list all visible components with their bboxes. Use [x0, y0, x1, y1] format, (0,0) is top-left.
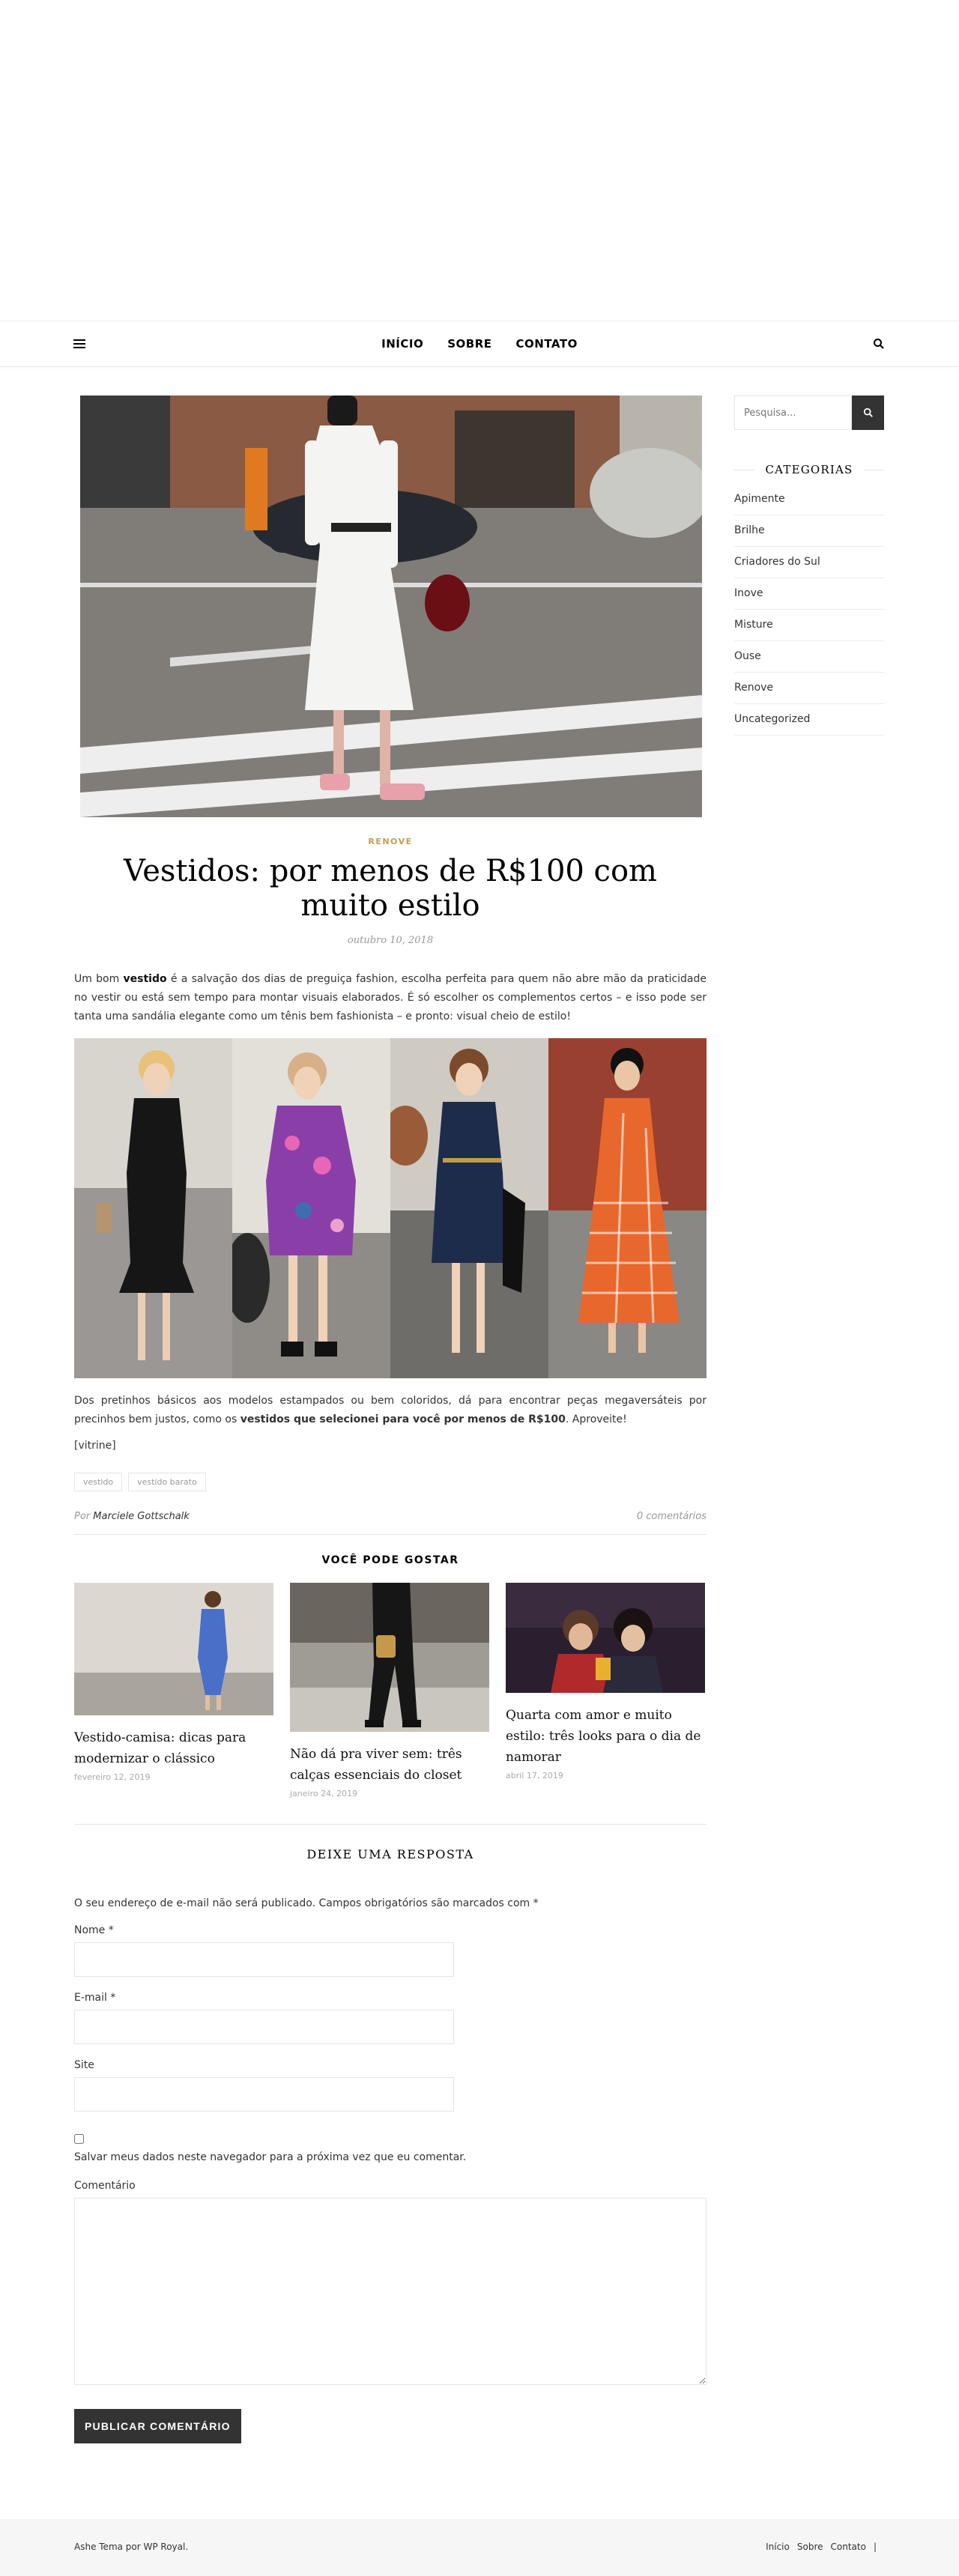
related-post[interactable]: Vestido-camisa: dicas para modernizar o … — [74, 1583, 273, 1798]
comment-notes: O seu endereço de e-mail não será public… — [74, 1897, 539, 1909]
search-icon — [863, 407, 873, 417]
name-field-group: Nome * — [74, 1924, 707, 1977]
related-post-date: abril 17, 2019 — [506, 1771, 563, 1781]
search-icon[interactable] — [873, 338, 885, 350]
related-post-thumbnail[interactable] — [506, 1583, 705, 1693]
related-post-thumbnail[interactable] — [74, 1583, 273, 1715]
search-button[interactable] — [852, 396, 884, 430]
shortcode-text: [vitrine] — [74, 1440, 116, 1452]
related-post-title[interactable]: Não dá pra viver sem: três calças essenc… — [290, 1744, 489, 1786]
comment-textarea[interactable] — [74, 2198, 707, 2385]
look-navy-dress — [390, 1038, 548, 1378]
save-details-group: Salvar meus dados neste navegador para a… — [74, 2133, 707, 2163]
category-item[interactable]: Criadores do Sul — [734, 547, 884, 578]
category-list: Apimente Brilhe Criadores do Sul Inove M… — [734, 493, 884, 736]
tag-vestido[interactable]: vestido — [74, 1473, 123, 1491]
category-item[interactable]: Brilhe — [734, 515, 884, 547]
tag-vestido-barato[interactable]: vestido barato — [128, 1473, 206, 1491]
related-post[interactable]: Não dá pra viver sem: três calças essenc… — [290, 1583, 489, 1798]
footer-link-inicio[interactable]: Início — [766, 2542, 790, 2552]
save-details-checkbox[interactable] — [74, 2134, 84, 2144]
category-item[interactable]: Apimente — [734, 493, 884, 515]
post-category[interactable]: RENOVE — [74, 837, 707, 846]
search-input[interactable] — [734, 396, 852, 430]
related-post-title[interactable]: Quarta com amor e muito estilo: três loo… — [506, 1705, 705, 1768]
site-input[interactable] — [74, 2077, 454, 2112]
post-body-text: Dos pretinhos básicos aos modelos estamp… — [74, 1395, 707, 1425]
related-posts-heading: VOCÊ PODE GOSTAR — [321, 1554, 459, 1566]
comment-label: Comentário — [74, 2180, 136, 2192]
related-post-date: fevereiro 12, 2019 — [74, 1772, 151, 1782]
email-label: E-mail * — [74, 1992, 116, 2004]
post-title: Vestidos: por menos de R$100 com muito e… — [124, 854, 657, 923]
post-date: outubro 10, 2018 — [347, 935, 434, 946]
site-footer: Ashe Tema por WP Royal. Início Sobre Con… — [0, 2519, 959, 2576]
post-intro: Um bom vestido é a salvação dos dias de … — [74, 973, 707, 1022]
related-post-title[interactable]: Vestido-camisa: dicas para modernizar o … — [74, 1727, 273, 1769]
related-posts: Vestido-camisa: dicas para modernizar o … — [74, 1583, 707, 1798]
reply-heading: DEIXE UMA RESPOSTA — [306, 1847, 474, 1861]
name-input[interactable] — [74, 1942, 454, 1977]
email-input[interactable] — [74, 2010, 454, 2044]
site-field-group: Site — [74, 2059, 707, 2112]
related-post-date: janeiro 24, 2019 — [290, 1789, 358, 1798]
footer-separator: | — [873, 2542, 877, 2552]
category-item[interactable]: Inove — [734, 578, 884, 610]
main-content: RENOVE Vestidos: por menos de R$100 com … — [74, 396, 707, 2443]
featured-image — [80, 396, 702, 817]
nav-item-sobre[interactable]: SOBRE — [447, 337, 491, 351]
category-item[interactable]: Uncategorized — [734, 704, 884, 736]
look-orange-gingham-dress — [548, 1038, 707, 1378]
look-floral-dress — [232, 1038, 390, 1378]
categories-widget-title: CATEGORIAS — [734, 463, 884, 476]
comment-field-group: Comentário — [74, 2180, 707, 2385]
footer-link-sobre[interactable]: Sobre — [797, 2542, 823, 2552]
sidebar: CATEGORIAS Apimente Brilhe Criadores do … — [734, 396, 884, 736]
dress-lookbook-image — [74, 1038, 707, 1378]
comment-form-section: DEIXE UMA RESPOSTA O seu endereço de e-m… — [74, 1824, 707, 2443]
post-meta-footer: Por Marciele Gottschalk 0 comentários — [74, 1511, 707, 1535]
header-blank-area — [0, 0, 959, 321]
post-author: Por Marciele Gottschalk — [74, 1511, 190, 1522]
category-item[interactable]: Misture — [734, 610, 884, 641]
email-field-group: E-mail * — [74, 1992, 707, 2044]
category-item[interactable]: Ouse — [734, 641, 884, 673]
related-post[interactable]: Quarta com amor e muito estilo: três loo… — [506, 1583, 705, 1798]
save-details-label: Salvar meus dados neste navegador para a… — [74, 2151, 467, 2163]
footer-links: Início Sobre Contato | — [766, 2542, 877, 2552]
related-post-thumbnail[interactable] — [290, 1583, 489, 1732]
author-link[interactable]: Marciele Gottschalk — [93, 1511, 190, 1522]
comments-count[interactable]: 0 comentários — [637, 1511, 707, 1522]
submit-comment-button[interactable]: PUBLICAR COMENTÁRIO — [74, 2409, 241, 2443]
nav-links: INÍCIO SOBRE CONTATO — [0, 321, 959, 366]
footer-link-contato[interactable]: Contato — [831, 2542, 866, 2552]
look-black-dress — [74, 1038, 232, 1378]
site-label: Site — [74, 2059, 94, 2071]
categories-heading: CATEGORIAS — [765, 463, 853, 476]
nav-item-inicio[interactable]: INÍCIO — [381, 337, 423, 351]
nav-item-contato[interactable]: CONTATO — [516, 337, 578, 351]
name-label: Nome * — [74, 1924, 114, 1936]
category-item[interactable]: Renove — [734, 673, 884, 704]
sidebar-search — [734, 396, 884, 430]
footer-copyright: Ashe Tema por WP Royal. — [74, 2542, 189, 2552]
top-navigation: INÍCIO SOBRE CONTATO — [0, 321, 959, 367]
post-tags: vestido vestido barato — [74, 1473, 707, 1491]
